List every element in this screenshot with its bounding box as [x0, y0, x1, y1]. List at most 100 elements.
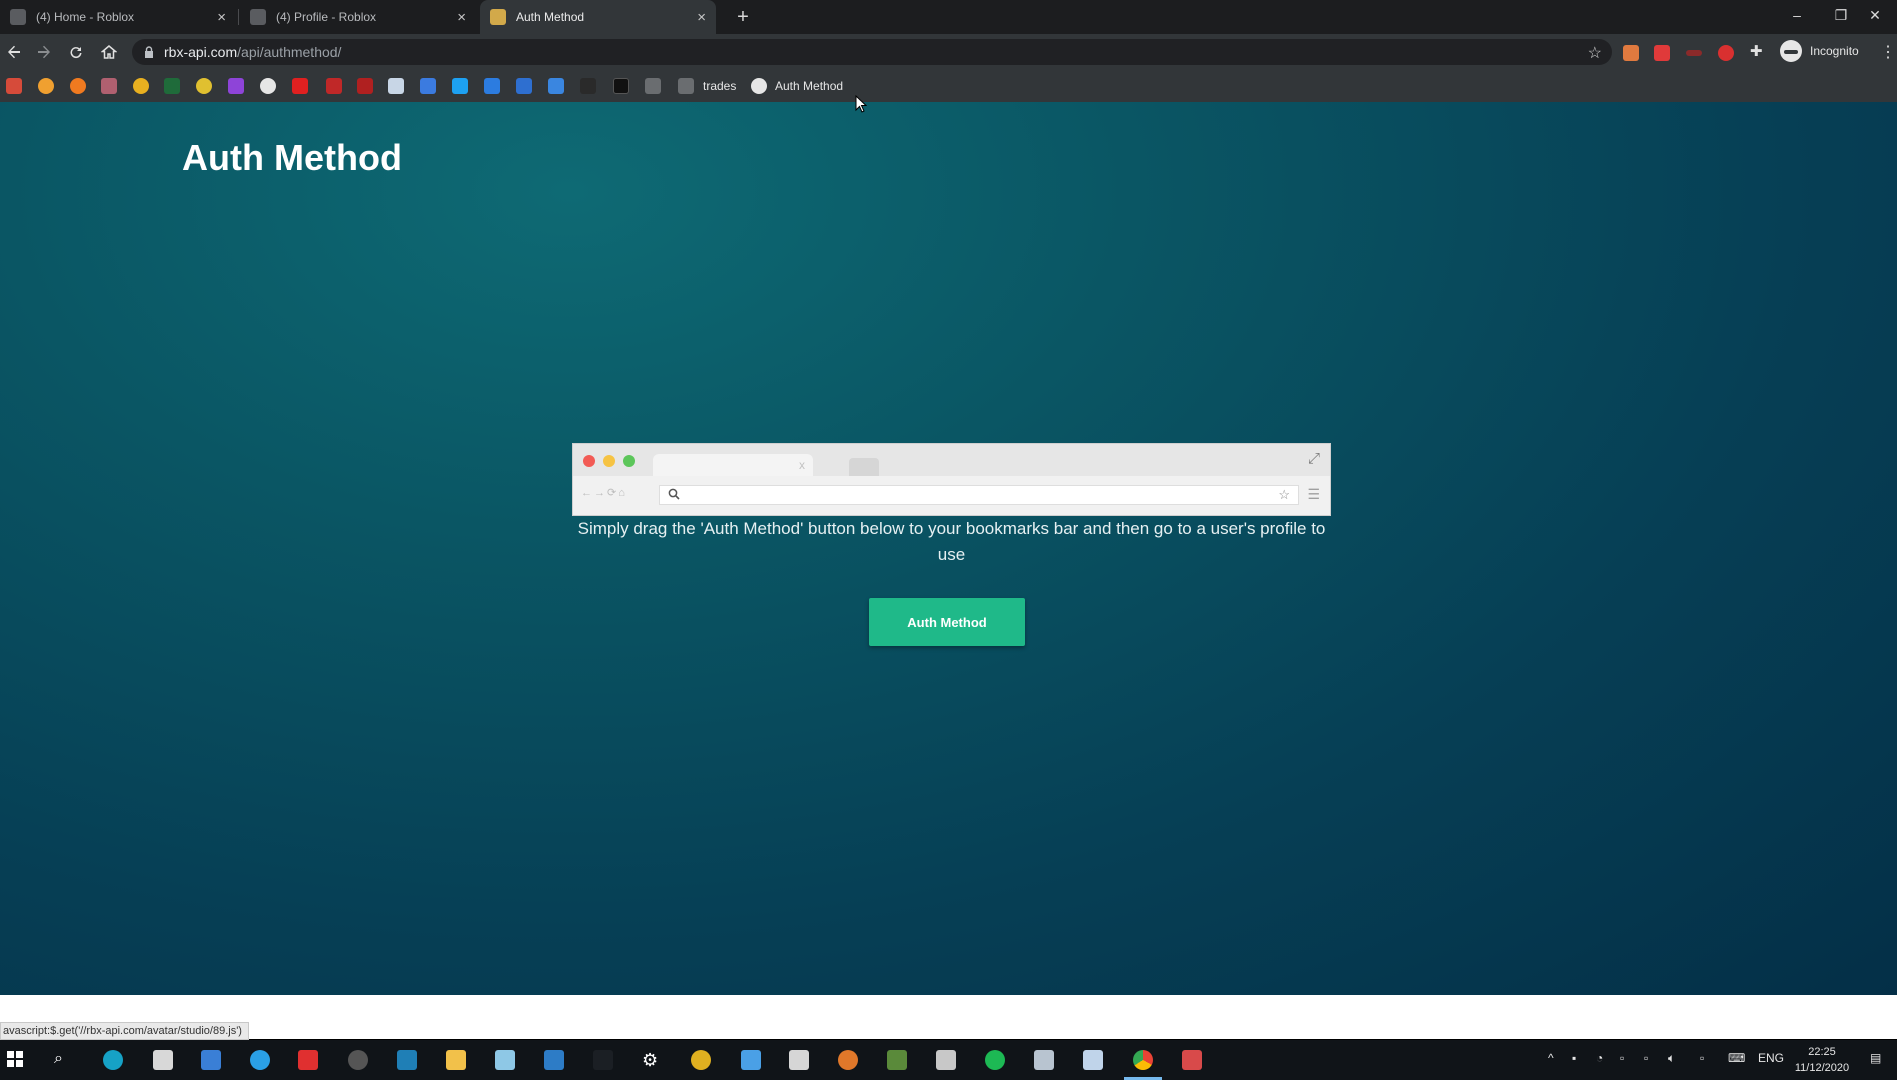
app-icon[interactable] — [741, 1050, 761, 1070]
tab-divider — [238, 9, 239, 25]
bookmark-auth-method[interactable]: Auth Method — [751, 78, 843, 94]
bookmark-icon[interactable] — [613, 78, 629, 94]
minecraft-icon[interactable] — [887, 1050, 907, 1070]
twitch-bookmark-icon[interactable] — [228, 78, 244, 94]
mouse-cursor-icon — [855, 95, 867, 113]
bookmark-icon[interactable] — [101, 78, 117, 94]
incognito-profile[interactable]: Incognito — [1780, 40, 1859, 62]
illustration-titlebar: x ⤢ — [573, 444, 1330, 476]
app-icon[interactable] — [1182, 1050, 1202, 1070]
arrow-left-icon — [8, 45, 20, 59]
app-icon[interactable] — [495, 1050, 515, 1070]
bookmark-icon[interactable] — [645, 78, 661, 94]
windows-start-icon[interactable] — [6, 1050, 26, 1070]
bookmark-trades[interactable]: trades — [678, 78, 736, 94]
address-bar[interactable]: rbx-api.com/api/authmethod/ ☆ — [132, 39, 1612, 65]
clock[interactable]: 22:25 11/12/2020 — [1792, 1044, 1852, 1076]
app-icon[interactable] — [397, 1050, 417, 1070]
globe-icon — [751, 78, 767, 94]
lock-icon — [145, 46, 153, 58]
tray-app-icon[interactable]: ▪ — [1572, 1051, 1576, 1065]
app-icon[interactable] — [544, 1050, 564, 1070]
bookmark-icon[interactable] — [70, 78, 86, 94]
bookmark-icon[interactable] — [196, 78, 212, 94]
new-tab-button[interactable]: + — [729, 3, 757, 31]
app-icon[interactable] — [1034, 1050, 1054, 1070]
volume-icon[interactable]: 🔈︎ — [1668, 1051, 1675, 1066]
settings-gear-icon[interactable]: ⚙ — [642, 1050, 662, 1070]
steam-bookmark-icon[interactable] — [388, 78, 404, 94]
arrow-right-icon — [38, 45, 50, 59]
twitter-bookmark-icon[interactable] — [452, 78, 468, 94]
app-icon[interactable] — [593, 1050, 613, 1070]
app-icon[interactable] — [298, 1050, 318, 1070]
calculator-icon[interactable] — [153, 1050, 173, 1070]
gmail-bookmark-icon[interactable] — [6, 78, 22, 94]
obs-icon[interactable] — [348, 1050, 368, 1070]
profile-label: Incognito — [1810, 44, 1859, 58]
language-indicator[interactable]: ENG — [1758, 1051, 1784, 1065]
app-icon[interactable] — [250, 1050, 270, 1070]
page-bottom-area — [0, 995, 1897, 1039]
youtube-bookmark-icon[interactable] — [292, 78, 308, 94]
logitech-icon[interactable] — [103, 1050, 123, 1070]
tab-home-roblox[interactable]: (4) Home - Roblox × — [0, 0, 236, 34]
puzzle-icon[interactable]: ✚ — [1750, 42, 1766, 60]
forward-button[interactable] — [30, 38, 58, 66]
bookmark-icon[interactable] — [548, 78, 564, 94]
incognito-icon — [1780, 40, 1802, 62]
keyboard-icon[interactable]: ⌨ — [1728, 1051, 1745, 1065]
menu-kebab-icon[interactable]: ⋮ — [1880, 42, 1896, 62]
extension-icon[interactable] — [1654, 45, 1670, 61]
tray-app-icon[interactable]: ▫ — [1700, 1051, 1704, 1065]
spotify-icon[interactable] — [985, 1050, 1005, 1070]
tray-app-icon[interactable]: ▫ — [1620, 1051, 1624, 1065]
auth-method-button[interactable]: Auth Method — [869, 598, 1025, 646]
close-tab-icon[interactable]: × — [697, 10, 706, 25]
url-host: rbx-api.com — [164, 44, 238, 60]
chrome-icon[interactable] — [1133, 1050, 1153, 1070]
windows-taskbar: ⌕ ⚙ ^ ▪ ◔ ▫ ▫ 🔈︎ ▫ ⌨ ENG 22:25 11/12/202… — [0, 1040, 1897, 1080]
search-icon[interactable]: ⌕ — [54, 1050, 74, 1070]
bookmark-icon[interactable] — [516, 78, 532, 94]
bookmark-icon[interactable] — [484, 78, 500, 94]
tray-chevron-icon[interactable]: ^ — [1548, 1051, 1554, 1065]
minimize-dot-icon — [603, 455, 615, 467]
instructions-text: Simply drag the 'Auth Method' button bel… — [577, 519, 1326, 564]
bookmark-icon[interactable] — [580, 78, 596, 94]
network-icon[interactable]: ◔ — [1596, 1051, 1603, 1065]
bookmark-icon[interactable] — [420, 78, 436, 94]
app-icon[interactable] — [691, 1050, 711, 1070]
illustration-nav-icons: ←→⟳⌂ — [581, 487, 627, 499]
close-tab-icon[interactable]: × — [217, 10, 226, 25]
bookmark-icon[interactable] — [133, 78, 149, 94]
close-window-button[interactable]: ✕ — [1853, 0, 1897, 30]
tab-auth-method[interactable]: Auth Method × — [480, 0, 716, 34]
bookmark-star-icon[interactable]: ☆ — [1588, 43, 1602, 63]
back-button[interactable] — [0, 38, 28, 66]
bookmark-icon[interactable] — [38, 78, 54, 94]
bookmark-icon[interactable] — [260, 78, 276, 94]
app-icon[interactable] — [201, 1050, 221, 1070]
reload-button[interactable] — [62, 38, 90, 66]
page-content: Auth Method x ⤢ ←→⟳⌂ ☆ ☰ Simply drag the… — [0, 102, 1897, 995]
app-icon[interactable] — [936, 1050, 956, 1070]
notifications-icon[interactable]: ▤ — [1870, 1051, 1881, 1065]
blender-icon[interactable] — [838, 1050, 858, 1070]
steam-icon[interactable] — [1083, 1050, 1103, 1070]
search-icon — [668, 488, 680, 503]
file-explorer-icon[interactable] — [446, 1050, 466, 1070]
illustration-new-tab — [849, 458, 879, 476]
app-icon[interactable] — [789, 1050, 809, 1070]
bookmark-icon[interactable] — [326, 78, 342, 94]
bookmark-icon[interactable] — [164, 78, 180, 94]
close-tab-icon[interactable]: × — [457, 10, 466, 25]
minimize-button[interactable]: – — [1775, 0, 1819, 30]
tray-app-icon[interactable]: ▫ — [1644, 1051, 1648, 1065]
extension-icon[interactable] — [1718, 45, 1734, 61]
extension-icon[interactable] — [1623, 45, 1639, 61]
tab-profile-roblox[interactable]: (4) Profile - Roblox × — [240, 0, 476, 34]
bookmark-icon[interactable] — [357, 78, 373, 94]
home-button[interactable] — [95, 38, 123, 66]
extension-icon[interactable] — [1686, 50, 1702, 56]
